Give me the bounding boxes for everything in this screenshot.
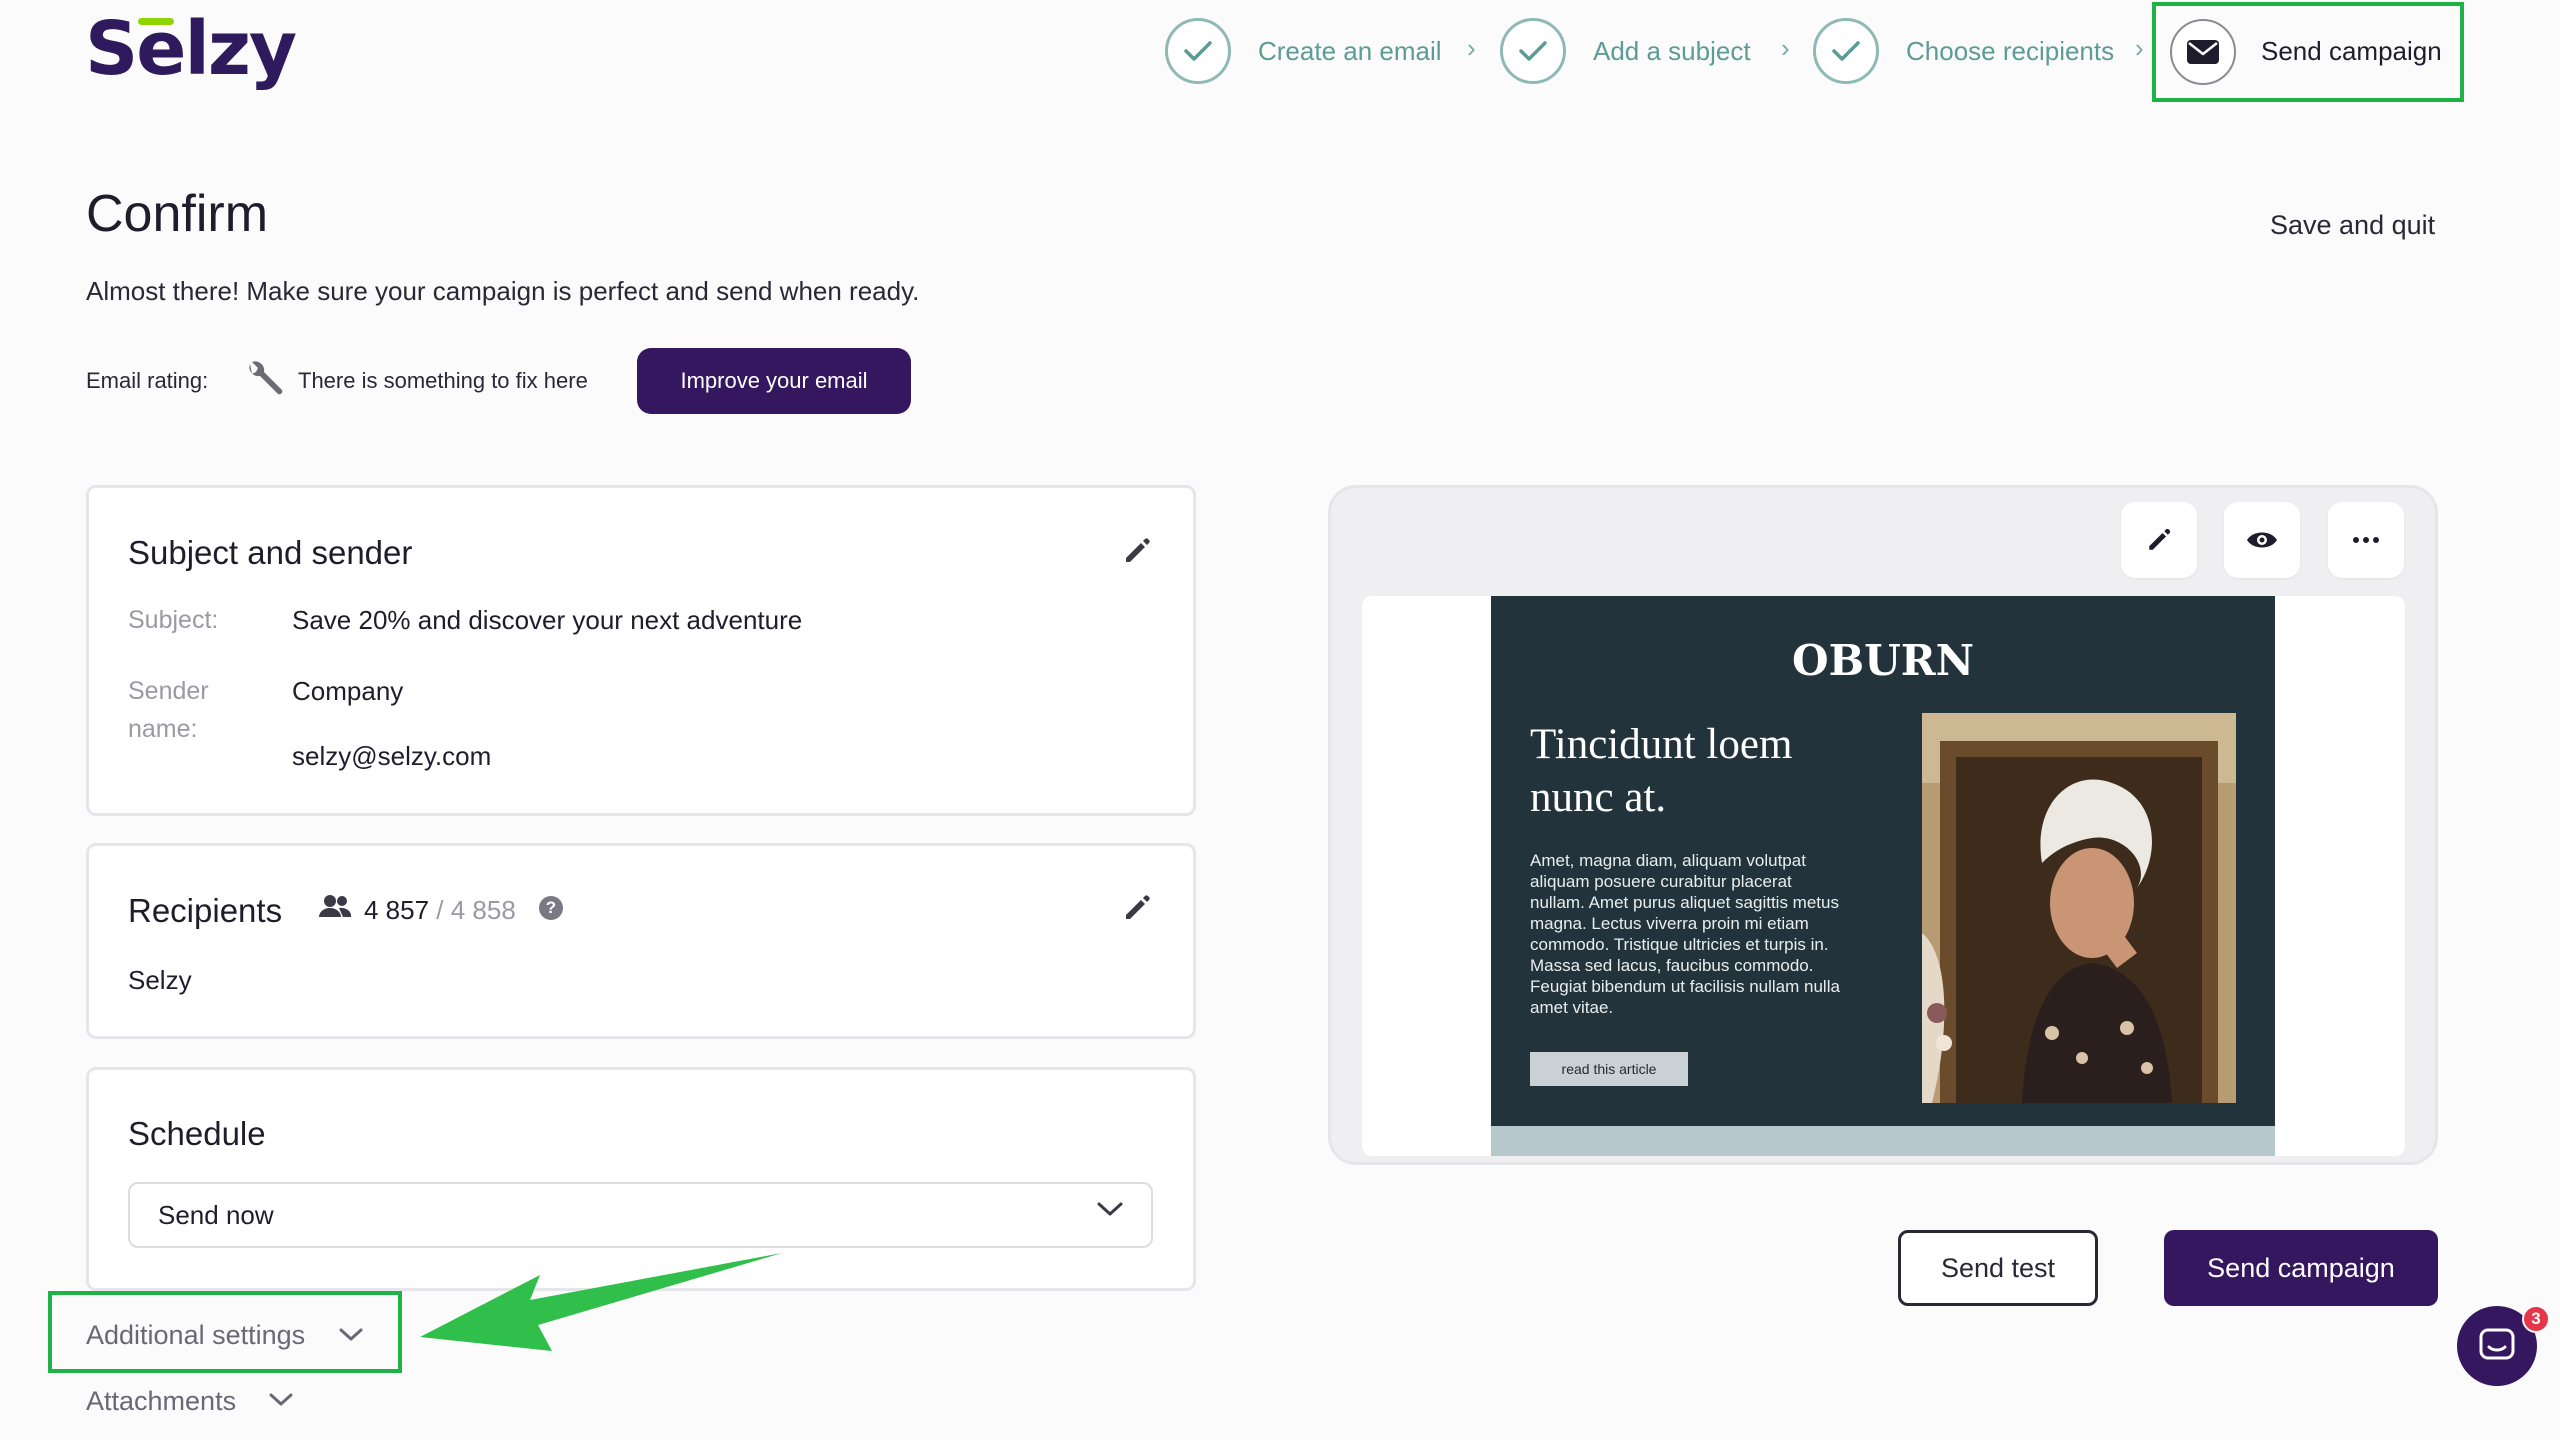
step-chevron-icon: ›: [1781, 33, 1790, 63]
people-icon: [318, 893, 352, 926]
edit-recipients-pencil-icon[interactable]: [1120, 891, 1154, 930]
edit-subject-pencil-icon[interactable]: [1120, 534, 1154, 573]
send-test-button[interactable]: Send test: [1898, 1230, 2098, 1306]
subject-sender-title: Subject and sender: [128, 534, 413, 571]
email-hero-image: [1922, 713, 2236, 1103]
send-campaign-button[interactable]: Send campaign: [2164, 1230, 2438, 1306]
page-subtitle: Almost there! Make sure your campaign is…: [86, 276, 920, 306]
email-rating-status: There is something to fix here: [298, 368, 588, 393]
step-3-check-icon[interactable]: [1813, 18, 1879, 84]
page-title: Confirm: [86, 185, 269, 243]
additional-settings-toggle[interactable]: Additional settings: [86, 1320, 305, 1351]
sender-email-value: selzy@selzy.com: [292, 741, 492, 771]
chevron-down-icon[interactable]: [268, 1391, 294, 1414]
step-3-label[interactable]: Choose recipients: [1906, 36, 2114, 67]
email-headline: Tincidunt loem nunc at.: [1530, 721, 1793, 821]
email-cta-button: read this article: [1530, 1052, 1688, 1086]
sender-label: Sender: [128, 677, 209, 705]
envelope-icon[interactable]: [2170, 19, 2236, 85]
help-icon[interactable]: ?: [539, 896, 563, 920]
more-options-icon[interactable]: [2328, 502, 2404, 578]
recipients-list-name: Selzy: [128, 965, 192, 995]
attachments-toggle[interactable]: Attachments: [86, 1386, 236, 1417]
recipients-count: 4 857: [364, 895, 430, 925]
step-2-check-icon[interactable]: [1500, 18, 1566, 84]
chat-notification-badge: 3: [2522, 1305, 2550, 1333]
step-2-label[interactable]: Add a subject: [1593, 36, 1751, 67]
green-arrow-annotation: [410, 1245, 790, 1365]
sender-label-line2: name:: [128, 715, 198, 743]
schedule-title: Schedule: [128, 1115, 266, 1152]
email-brand-name: OBURN: [1791, 636, 1974, 685]
save-and-quit-link[interactable]: Save and quit: [2270, 210, 2435, 241]
subject-value: Save 20% and discover your next adventur…: [292, 605, 803, 635]
chevron-down-icon[interactable]: [338, 1326, 364, 1349]
edit-preview-pencil-icon[interactable]: [2121, 502, 2197, 578]
sender-name-value: Company: [292, 676, 404, 706]
selzy-logo[interactable]: Selzy: [85, 6, 297, 92]
step-chevron-icon: ›: [1467, 33, 1476, 63]
email-footer-strip: [1491, 1126, 2275, 1156]
wrench-icon: [242, 358, 286, 407]
email-body-text: Amet, magna diam, aliquam volutpat aliqu…: [1530, 851, 1840, 1017]
step-4-label[interactable]: Send campaign: [2261, 36, 2442, 67]
recipients-title: Recipients: [128, 892, 283, 929]
logo-accent: [138, 18, 174, 25]
recipients-total: 4 858: [450, 895, 516, 925]
improve-email-button[interactable]: Improve your email: [637, 348, 911, 414]
step-1-check-icon[interactable]: [1165, 18, 1231, 84]
step-chevron-icon: ›: [2135, 33, 2144, 63]
recipients-card: [86, 843, 1196, 1039]
schedule-select-value: Send now: [158, 1199, 274, 1230]
chevron-down-icon[interactable]: [1096, 1200, 1124, 1223]
preview-eye-icon[interactable]: [2224, 502, 2300, 578]
schedule-select[interactable]: Send now: [128, 1182, 1153, 1248]
subject-label: Subject:: [128, 606, 219, 634]
step-1-label[interactable]: Create an email: [1258, 36, 1442, 67]
recipients-separator: /: [429, 895, 451, 925]
email-rating-label: Email rating:: [86, 368, 209, 393]
